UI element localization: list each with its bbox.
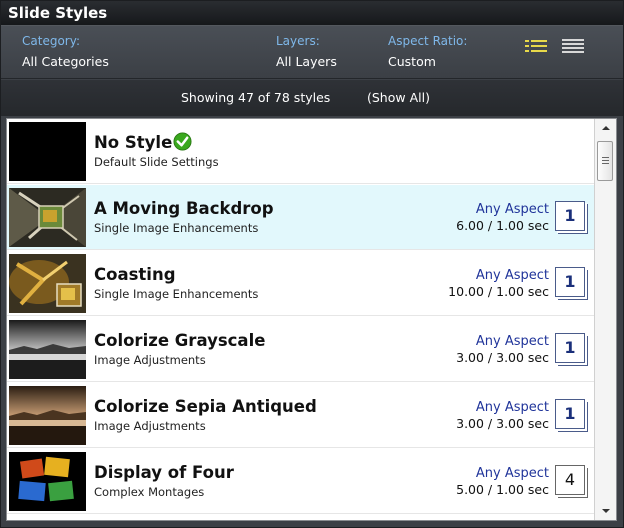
layer-count-badge: 1 [555,333,585,363]
vertical-scrollbar[interactable] [594,119,616,520]
status-bar: Showing 47 of 78 styles (Show All) [1,80,623,116]
style-subtitle: Default Slide Settings [94,155,219,169]
layers-dropdown[interactable]: All Layers [276,54,337,69]
style-row-colorize-sepia-antiqued[interactable]: Colorize Sepia Antiqued Image Adjustment… [7,383,594,448]
style-thumbnail [9,386,86,445]
style-title: A Moving Backdrop [94,199,274,218]
style-thumbnail [9,452,86,511]
style-subtitle: Single Image Enhancements [94,287,259,301]
aspect-ratio-label: Aspect Ratio: [388,34,468,48]
layer-count-badge: 1 [555,201,585,231]
style-row-a-moving-backdrop[interactable]: A Moving Backdrop Single Image Enhanceme… [7,185,594,250]
style-title: No Style [94,133,173,152]
scrollbar-thumb[interactable] [597,141,613,181]
style-title: Colorize Grayscale [94,331,266,350]
category-label: Category: [22,34,80,48]
style-thumbnail [9,254,86,313]
scroll-down-icon[interactable] [595,506,617,516]
style-row-display-of-four[interactable]: Display of Four Complex Montages Any Asp… [7,449,594,514]
style-row-coasting[interactable]: Coasting Single Image Enhancements Any A… [7,251,594,316]
style-timing: 3.00 / 3.00 sec [456,350,549,365]
list-view-icon[interactable] [525,38,547,56]
layer-count-badge: 4 [555,465,585,495]
aspect-ratio-dropdown[interactable]: Custom [388,54,436,69]
style-timing: 5.00 / 1.00 sec [456,482,549,497]
style-subtitle: Single Image Enhancements [94,221,259,235]
style-aspect: Any Aspect [475,466,549,481]
style-thumbnail [9,320,86,379]
slide-styles-panel: Slide Styles Category: All Categories La… [0,0,624,528]
style-timing: 3.00 / 3.00 sec [456,416,549,431]
layers-label: Layers: [276,34,320,48]
layer-count-badge: 1 [555,267,585,297]
style-title: Display of Four [94,463,234,482]
filter-bar: Category: All Categories Layers: All Lay… [1,26,623,79]
style-thumbnail [9,188,86,247]
style-aspect: Any Aspect [475,202,549,217]
style-title: Coasting [94,265,176,284]
style-timing: 6.00 / 1.00 sec [456,218,549,233]
style-subtitle: Complex Montages [94,485,205,499]
style-aspect: Any Aspect [475,400,549,415]
panel-title: Slide Styles [8,4,108,22]
category-dropdown[interactable]: All Categories [22,54,109,69]
style-title: Colorize Sepia Antiqued [94,397,317,416]
style-timing: 10.00 / 1.00 sec [448,284,549,299]
styles-count: Showing 47 of 78 styles [181,90,331,105]
style-thumbnail [9,122,86,181]
style-row-no-style[interactable]: No Style Default Slide Settings [7,119,594,184]
style-subtitle: Image Adjustments [94,353,206,367]
show-all-link[interactable]: (Show All) [367,90,430,105]
check-icon [173,132,192,151]
style-row-colorize-grayscale[interactable]: Colorize Grayscale Image Adjustments Any… [7,317,594,382]
styles-list: No Style Default Slide Settings A Moving… [6,118,617,521]
style-aspect: Any Aspect [475,268,549,283]
style-subtitle: Image Adjustments [94,419,206,433]
scroll-up-icon[interactable] [595,123,617,133]
detail-view-icon[interactable] [562,38,584,56]
style-aspect: Any Aspect [475,334,549,349]
layer-count-badge: 1 [555,399,585,429]
title-bar: Slide Styles [1,1,623,26]
